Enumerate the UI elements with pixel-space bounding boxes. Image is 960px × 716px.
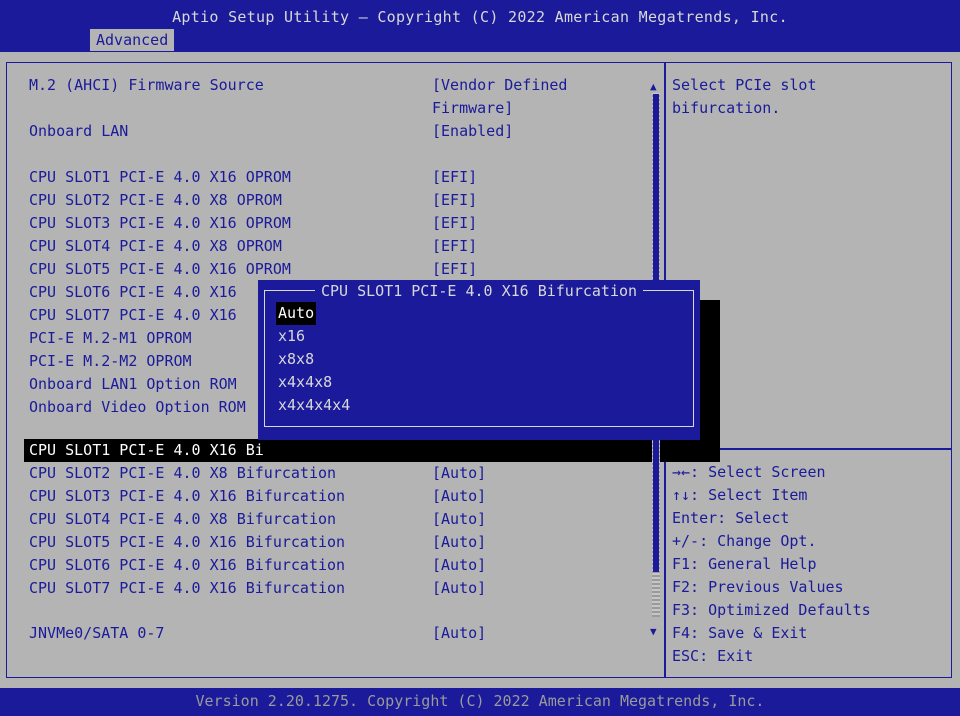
setting-slot3-oprom[interactable]: CPU SLOT3 PCI-E 4.0 X16 OPROM [EFI]	[0, 212, 660, 235]
option-x8x8[interactable]: x8x8	[278, 348, 314, 371]
setting-slot7-bifurcation[interactable]: CPU SLOT7 PCI-E 4.0 X16 Bifurcation [Aut…	[0, 577, 660, 600]
app-title: Aptio Setup Utility – Copyright (C) 2022…	[172, 8, 788, 26]
setting-value: [Auto]	[432, 510, 487, 528]
help-line: Select PCIe slot	[672, 76, 817, 94]
setting-value: [Auto]	[432, 579, 487, 597]
setting-value: [EFI]	[432, 237, 478, 255]
scroll-down-icon[interactable]: ▼	[650, 625, 657, 639]
setting-value: [Auto]	[432, 624, 487, 642]
setting-slot5-bifurcation[interactable]: CPU SLOT5 PCI-E 4.0 X16 Bifurcation [Aut…	[0, 531, 660, 554]
setting-label: CPU SLOT1 PCI-E 4.0 X16 OPROM	[29, 168, 291, 186]
key-enter: Enter: Select	[672, 509, 790, 527]
setting-label: CPU SLOT5 PCI-E 4.0 X16 Bifurcation	[29, 533, 346, 551]
setting-jnvme0-sata[interactable]: JNVMe0/SATA 0-7 [Auto]	[0, 622, 660, 645]
setting-label: CPU SLOT7 PCI-E 4.0 X16 Bifurcation	[29, 579, 346, 597]
setting-label: CPU SLOT6 PCI-E 4.0 X16	[29, 283, 237, 301]
setting-slot6-bifurcation[interactable]: CPU SLOT6 PCI-E 4.0 X16 Bifurcation [Aut…	[0, 554, 660, 577]
setting-slot1-oprom[interactable]: CPU SLOT1 PCI-E 4.0 X16 OPROM [EFI]	[0, 166, 660, 189]
setting-label: CPU SLOT6 PCI-E 4.0 X16 Bifurcation	[29, 556, 346, 574]
key-optimized-defaults: F3: Optimized Defaults	[672, 601, 871, 619]
setting-slot5-oprom[interactable]: CPU SLOT5 PCI-E 4.0 X16 OPROM [EFI]	[0, 258, 660, 281]
setting-value: [Vendor Defined	[432, 76, 568, 94]
setting-onboard-lan[interactable]: Onboard LAN [Enabled]	[0, 120, 660, 143]
setting-label: Onboard Video Option ROM	[29, 398, 246, 416]
key-change-opt: +/-: Change Opt.	[672, 532, 817, 550]
key-save-exit: F4: Save & Exit	[672, 624, 808, 642]
setting-value: [EFI]	[432, 191, 478, 209]
key-legend: →←: Select Screen ↑↓: Select Item Enter:…	[672, 461, 952, 668]
header-bar: Aptio Setup Utility – Copyright (C) 2022…	[0, 0, 960, 52]
setting-value: [Auto]	[432, 464, 487, 482]
setting-label: Onboard LAN	[29, 122, 129, 140]
setting-label: CPU SLOT7 PCI-E 4.0 X16	[29, 306, 237, 324]
setting-m2-firmware-source-cont: Firmware]	[0, 97, 660, 120]
setting-label: CPU SLOT2 PCI-E 4.0 X8 Bifurcation	[29, 464, 337, 482]
setting-label: PCI-E M.2-M1 OPROM	[29, 329, 192, 347]
setting-value: [EFI]	[432, 214, 478, 232]
setting-m2-firmware-source[interactable]: M.2 (AHCI) Firmware Source [Vendor Defin…	[0, 74, 660, 97]
tab-advanced[interactable]: Advanced	[90, 29, 175, 51]
setting-slot1-bifurcation-selected[interactable]: CPU SLOT1 PCI-E 4.0 X16 Bi	[24, 439, 720, 462]
key-select-item: ↑↓: Select Item	[672, 486, 808, 504]
setting-value-cont: Firmware]	[432, 99, 514, 117]
setting-label: CPU SLOT5 PCI-E 4.0 X16 OPROM	[29, 260, 291, 278]
setting-value: [EFI]	[432, 168, 478, 186]
setting-slot4-oprom[interactable]: CPU SLOT4 PCI-E 4.0 X8 OPROM [EFI]	[0, 235, 660, 258]
setting-label: JNVMe0/SATA 0-7	[29, 624, 165, 642]
key-esc-exit: ESC: Exit	[672, 647, 754, 665]
setting-slot4-bifurcation[interactable]: CPU SLOT4 PCI-E 4.0 X8 Bifurcation [Auto…	[0, 508, 660, 531]
setting-label: CPU SLOT4 PCI-E 4.0 X8 Bifurcation	[29, 510, 337, 528]
setting-value: [Auto]	[432, 556, 487, 574]
popup-title: CPU SLOT1 PCI-E 4.0 X16 Bifurcation	[314, 282, 644, 300]
setting-label: CPU SLOT2 PCI-E 4.0 X8 OPROM	[29, 191, 282, 209]
setting-value: [EFI]	[432, 260, 478, 278]
option-auto[interactable]: Auto	[276, 302, 317, 325]
setting-label: PCI-E M.2-M2 OPROM	[29, 352, 192, 370]
help-line: bifurcation.	[672, 99, 781, 117]
setting-value: [Enabled]	[432, 122, 514, 140]
setting-label: CPU SLOT1 PCI-E 4.0 X16 Bi	[29, 441, 264, 459]
key-select-screen: →←: Select Screen	[672, 463, 826, 481]
option-x4x4x8[interactable]: x4x4x8	[278, 371, 332, 394]
setting-slot2-oprom[interactable]: CPU SLOT2 PCI-E 4.0 X8 OPROM [EFI]	[0, 189, 660, 212]
option-x16[interactable]: x16	[278, 325, 305, 348]
popup-title-wrap: CPU SLOT1 PCI-E 4.0 X16 Bifurcation	[258, 280, 700, 303]
key-general-help: F1: General Help	[672, 555, 817, 573]
setting-label: CPU SLOT3 PCI-E 4.0 X16 Bifurcation	[29, 487, 346, 505]
version-text: Version 2.20.1275. Copyright (C) 2022 Am…	[195, 692, 765, 710]
setting-label: Onboard LAN1 Option ROM	[29, 375, 237, 393]
setting-label: CPU SLOT4 PCI-E 4.0 X8 OPROM	[29, 237, 282, 255]
setting-slot3-bifurcation[interactable]: CPU SLOT3 PCI-E 4.0 X16 Bifurcation [Aut…	[0, 485, 660, 508]
setting-value: [Auto]	[432, 533, 487, 551]
key-previous-values: F2: Previous Values	[672, 578, 844, 596]
setting-label: M.2 (AHCI) Firmware Source	[29, 76, 264, 94]
scroll-up-icon[interactable]: ▲	[650, 80, 657, 94]
help-text: Select PCIe slot bifurcation.	[672, 74, 942, 120]
option-x4x4x4x4[interactable]: x4x4x4x4	[278, 394, 350, 417]
bifurcation-popup: CPU SLOT1 PCI-E 4.0 X16 Bifurcation Auto…	[258, 280, 700, 440]
setting-value: [Auto]	[432, 487, 487, 505]
footer-bar: Version 2.20.1275. Copyright (C) 2022 Am…	[0, 688, 960, 716]
setting-label: CPU SLOT3 PCI-E 4.0 X16 OPROM	[29, 214, 291, 232]
setting-slot2-bifurcation[interactable]: CPU SLOT2 PCI-E 4.0 X8 Bifurcation [Auto…	[0, 462, 660, 485]
